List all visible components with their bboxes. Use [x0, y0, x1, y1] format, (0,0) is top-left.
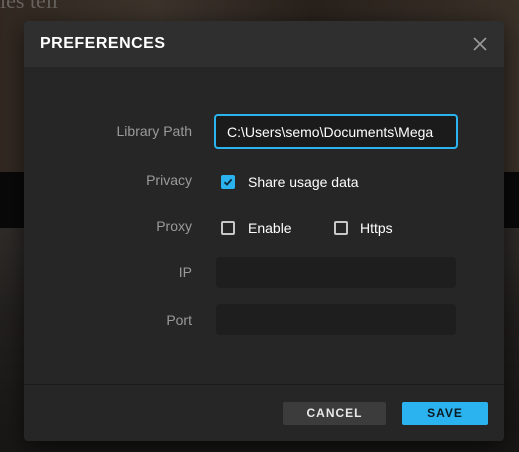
proxy-label: Proxy [156, 218, 192, 234]
footer-divider [24, 384, 504, 385]
ip-input[interactable] [216, 257, 456, 288]
dialog-header: PREFERENCES [24, 21, 504, 67]
close-button[interactable] [470, 34, 490, 54]
dialog-title: PREFERENCES [40, 35, 166, 52]
library-path-input[interactable] [214, 114, 458, 149]
close-icon [473, 37, 487, 51]
library-path-label: Library Path [116, 123, 192, 139]
preferences-dialog: PREFERENCES Library Path Privacy Share u… [24, 21, 504, 441]
port-input[interactable] [216, 304, 456, 335]
share-usage-label[interactable]: Share usage data [248, 174, 359, 190]
proxy-https-checkbox[interactable] [334, 221, 348, 235]
proxy-https-label[interactable]: Https [360, 220, 393, 236]
proxy-enable-label[interactable]: Enable [248, 220, 292, 236]
port-label: Port [166, 312, 192, 328]
share-usage-checkbox[interactable] [221, 175, 235, 189]
save-button[interactable]: SAVE [402, 402, 488, 425]
privacy-label: Privacy [146, 172, 192, 188]
checkmark-icon [223, 178, 233, 186]
proxy-enable-checkbox[interactable] [221, 221, 235, 235]
cancel-button[interactable]: CANCEL [283, 402, 386, 425]
ip-label: IP [178, 264, 192, 280]
